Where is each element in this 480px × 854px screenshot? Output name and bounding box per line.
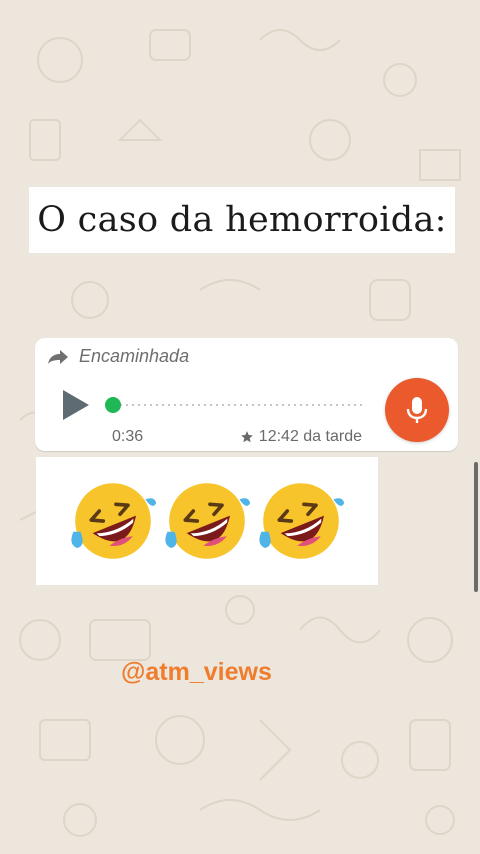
star-icon (240, 431, 253, 443)
microphone-button[interactable] (385, 378, 449, 442)
message-time: 12:42 da tarde (240, 428, 362, 446)
message-timestamp: 12:42 da tarde (258, 428, 362, 445)
rolling-laughing-emoji (259, 483, 345, 559)
audio-message-bubble[interactable]: Encaminhada 0:36 12:42 da tarde (35, 338, 458, 451)
play-icon[interactable] (61, 388, 91, 422)
audio-progress-track[interactable] (112, 404, 362, 406)
title-text: O caso da hemorroida: (37, 200, 447, 240)
forwarded-indicator: Encaminhada (47, 346, 189, 367)
microphone-icon (406, 397, 428, 423)
forward-arrow-icon (48, 349, 68, 364)
forwarded-label: Encaminhada (79, 346, 190, 366)
emoji-message-bubble[interactable] (36, 457, 378, 585)
rolling-laughing-emoji (165, 483, 251, 559)
scrollbar[interactable] (474, 462, 478, 592)
watermark-handle: @atm_views (121, 658, 272, 686)
audio-duration: 0:36 (112, 428, 144, 445)
audio-progress-knob[interactable] (105, 397, 121, 413)
title-card: O caso da hemorroida: (29, 187, 455, 253)
rolling-laughing-emoji (71, 483, 157, 559)
